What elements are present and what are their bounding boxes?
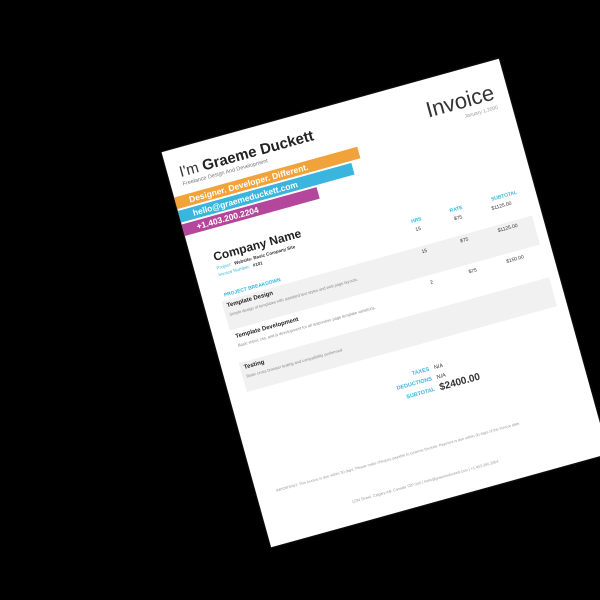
item-subtotal: $150.00 (505, 254, 525, 265)
item-rate: $75 (459, 236, 470, 245)
item-subtotal: $1125.00 (497, 222, 519, 235)
row-subtotal: $1125.00 (490, 200, 513, 212)
row-rate: $75 (453, 214, 464, 223)
deductions-value: N/A (436, 372, 447, 381)
invoice-number-value: #101 (252, 260, 264, 268)
header-hrs: HRS (410, 216, 423, 225)
item-hrs: 2 (429, 279, 434, 287)
invoice-page: I'm Graeme Duckett Freelance Design And … (161, 58, 600, 548)
header-rate: RATE (449, 204, 464, 215)
invoice-title: Invoice (422, 79, 497, 123)
row-hrs: 15 (414, 225, 422, 234)
item-hrs: 15 (420, 247, 428, 256)
item-rate: $75 (468, 267, 478, 276)
taxes-value: N/A (433, 362, 444, 372)
